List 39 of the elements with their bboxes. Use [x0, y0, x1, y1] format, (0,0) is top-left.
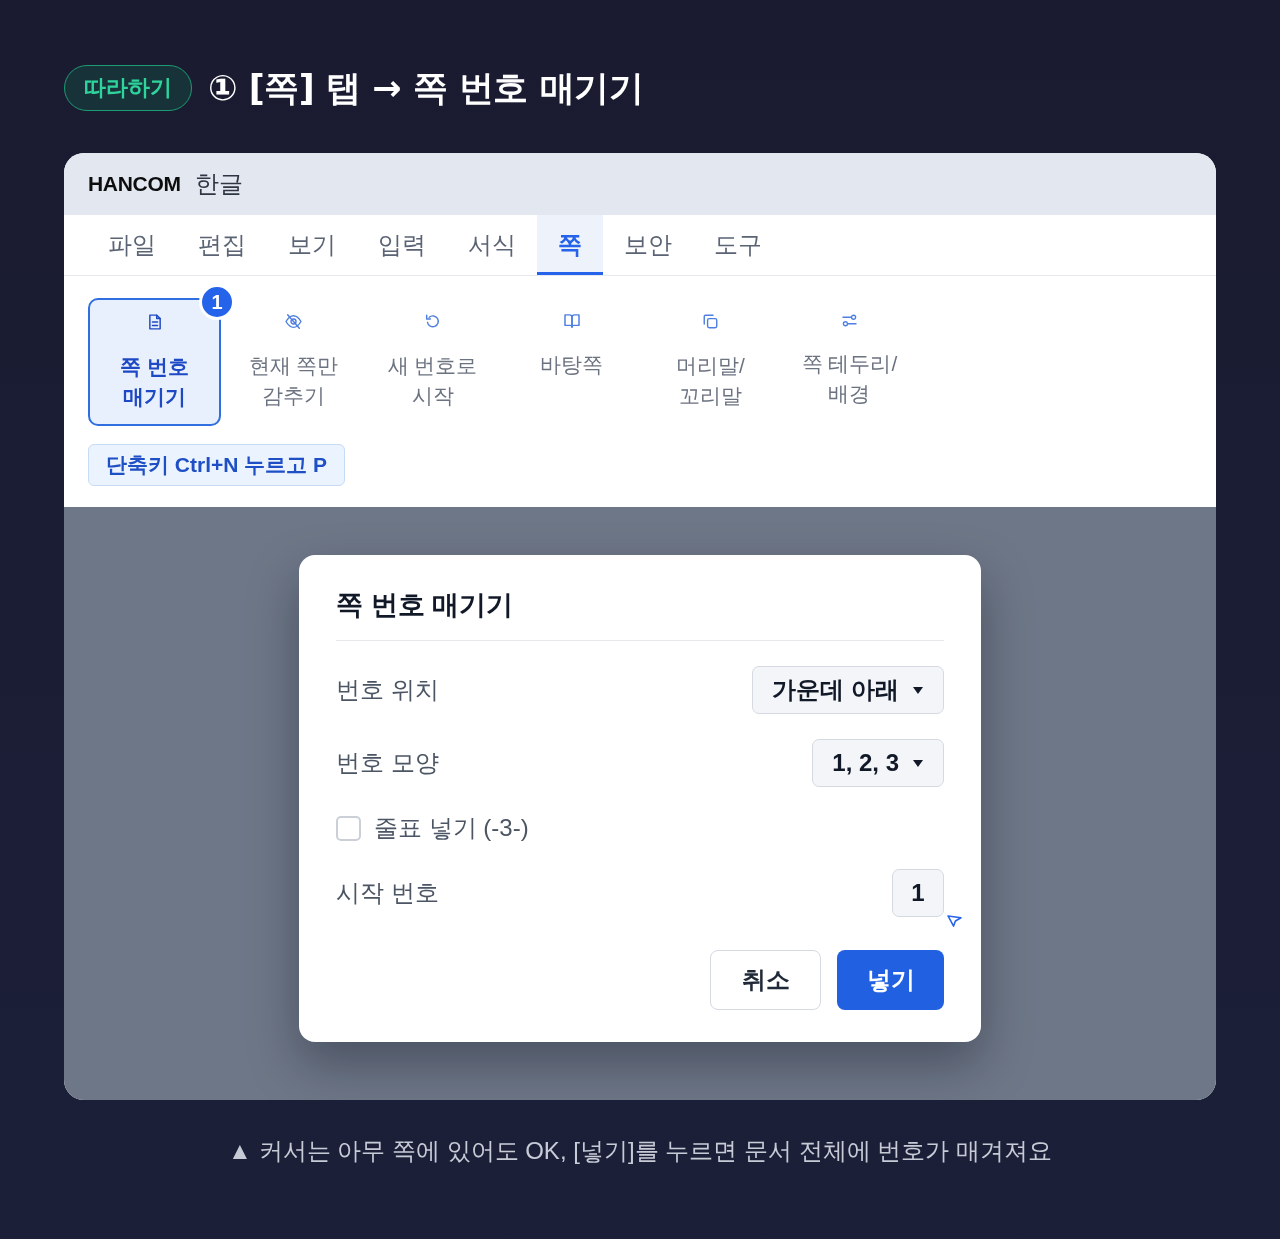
eye-slash-icon: [285, 314, 302, 329]
app-name: 한글: [194, 169, 243, 199]
copy-icon: [703, 314, 718, 329]
sliders-icon: [842, 314, 857, 327]
menu-tab[interactable]: 편집: [177, 215, 267, 275]
field-label: 시작 번호: [336, 878, 439, 908]
ribbon-button[interactable]: 쪽 테두리/ 배경: [783, 298, 916, 426]
menu-tab[interactable]: 파일: [87, 215, 177, 275]
field-label: 번호 모양: [336, 748, 439, 778]
dialog-button[interactable]: 취소: [710, 950, 821, 1010]
number-badge: 1: [199, 284, 235, 320]
cursor-icon: [947, 915, 962, 927]
caret-icon: [913, 686, 923, 694]
checkbox[interactable]: [336, 815, 361, 841]
rotate-arrow-icon: [425, 314, 440, 329]
document-icon: [148, 314, 161, 330]
menu-tab[interactable]: 보기: [267, 215, 357, 275]
category-badge: 따라하기: [64, 65, 192, 111]
checkbox-label: 줄표 넣기 (-3-): [374, 813, 529, 843]
step-title: ① [쪽] 탭 → 쪽 번호 매기기: [208, 67, 644, 110]
menu-tab[interactable]: 도구: [693, 215, 783, 275]
ribbon-button[interactable]: 머리말/ 꼬리말: [644, 298, 777, 426]
dropdown[interactable]: 1, 2, 3: [812, 739, 944, 787]
ribbon-button[interactable]: 새 번호로 시작: [366, 298, 499, 426]
dialog-title: 쪽 번호 매기기: [336, 589, 513, 622]
number-field[interactable]: 1: [892, 869, 944, 917]
caret-icon: [913, 759, 923, 767]
menu-tab[interactable]: 보안: [603, 215, 693, 275]
logo-text: HANCOM: [88, 172, 181, 196]
menu-tab[interactable]: 서식: [447, 215, 537, 275]
field-label: 번호 위치: [336, 675, 439, 705]
caption-text: ▲ 커서는 아무 쪽에 있어도 OK, [넣기]를 누르면 문서 전체에 번호가 매겨져요: [228, 1137, 1052, 1165]
menu-tab[interactable]: 쪽: [537, 215, 603, 275]
dialog-button[interactable]: 넣기: [837, 950, 944, 1010]
open-book-icon: [563, 314, 580, 328]
dropdown[interactable]: 가운데 아래: [752, 666, 944, 714]
ribbon-button[interactable]: 바탕쪽: [505, 298, 638, 426]
shortcut-hint: 단축키 Ctrl+N 누르고 P: [88, 444, 346, 486]
menu-tab[interactable]: 입력: [357, 215, 447, 275]
